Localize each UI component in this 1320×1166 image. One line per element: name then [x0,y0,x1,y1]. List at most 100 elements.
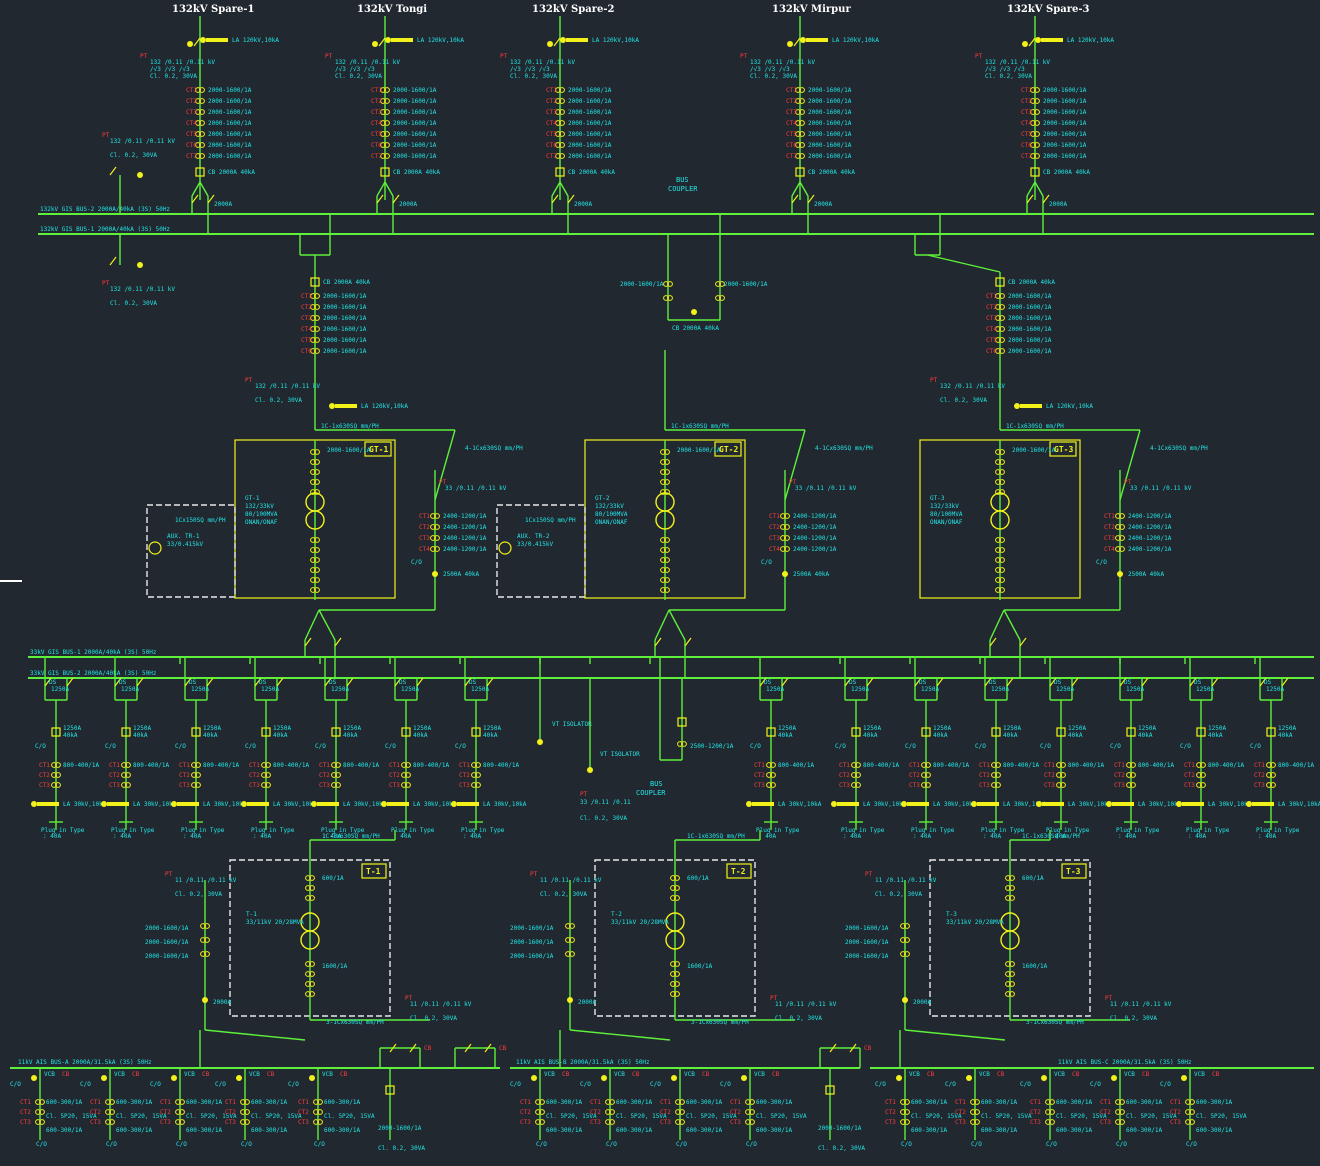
cb-rating: 1250A [1068,725,1086,732]
coupler-cb-icon [691,309,697,315]
gt-spec: 132/33kV [595,503,624,510]
ct-tag: CT2 [225,1109,236,1116]
cbo-label: C/O [676,1141,687,1148]
earth-switch-icon [1111,1075,1117,1081]
margin-marker [0,580,22,582]
ct-tag: CT1 [1021,87,1032,94]
vcb-tag: VCB [754,1071,765,1078]
pt-ratio: 33 /0.11 /0.11 kV [445,485,507,492]
ct-tag: CT3 [389,782,400,789]
ct-rating: 2000-1600/1A [568,120,612,127]
conductor-label: 4-1Cx630SQ mm/PH [815,445,873,452]
arrester-end-icon [1246,801,1252,807]
arrester-end-icon [746,801,752,807]
ct-tag: CT1 [459,762,470,769]
cbo-label: C/O [35,743,46,750]
cbo-label: C/O [975,743,986,750]
ct-tag: CT1 [1170,1099,1181,1106]
earth-switch-icon [1117,571,1123,577]
gt-spec: 80/100MVA [245,511,278,518]
pt-ratio: /√3 /√3 /√3 [985,66,1025,73]
ct-rating: 600-300/1A [686,1127,723,1134]
cb-rating: 1250A [273,725,291,732]
ct-rating: 2000-1600/1A [568,131,612,138]
la-rating: LA 30kV,10kA [1068,801,1112,808]
lightning-arrester-icon [806,38,828,42]
lightning-arrester-icon [1182,802,1204,806]
ct-tag: CT2 [590,1109,601,1116]
lightning-arrester-icon [837,802,859,806]
arrester-end-icon [901,801,907,807]
ct-tag: CT2 [769,524,780,531]
cbo-label: C/O [901,1141,912,1148]
cb-tag: CB [202,1071,210,1078]
ds-rating: 1250A [1126,686,1144,693]
ct-tag: CT1 [371,87,382,94]
ct-rating: 2000-1600/1A [393,131,437,138]
ct-tag: CT3 [1100,1119,1111,1126]
ct-tag: CT3 [301,315,312,322]
cb-rating: 40kA [1138,732,1153,739]
ct-rating: 800-400/1A [1278,762,1315,769]
ct-rating: 2000-1600/1A [568,98,612,105]
vcb-tag: VCB [322,1071,333,1078]
aux-tr-spec: 33/0.415kV [167,541,204,548]
ds-tag: DS [1194,679,1202,686]
ct-rating: 2000-1600/1A [808,98,852,105]
ct-tag: CT6 [546,142,557,149]
ct-tag: CT6 [186,142,197,149]
ct-tag: CT1 [179,762,190,769]
ct-tag: CT1 [1184,762,1195,769]
ct-rating: 2000-1600/1A [1043,131,1087,138]
ct-tag: CT1 [1030,1099,1041,1106]
cbo-label: C/O [1020,1081,1031,1088]
la-rating: LA 30kV,10kA [133,801,177,808]
cb-rating: 40kA [483,732,498,739]
arrester-end-icon [381,801,387,807]
la-rating: LA 30kV,10kA [1208,801,1252,808]
vcb-tag: VCB [184,1071,195,1078]
cb-rating: 40kA [863,732,878,739]
ct-rating: 2400-1200/1A [443,535,487,542]
pt-ratio: 132 /0.11 /0.11 kV [750,59,815,66]
la-rating: LA 30kV,10kA [413,801,457,808]
cbo-label: C/O [761,559,772,566]
ct-rating: 600-300/1A [911,1127,948,1134]
ct-rating: 2000-1600/1A [1043,98,1087,105]
cbo-label: C/O [1160,1081,1171,1088]
cb-rating: 40kA [1003,732,1018,739]
ct-tag: CT5 [186,131,197,138]
ct-tag: CT3 [1021,109,1032,116]
ct-tag: CT3 [39,782,50,789]
ct-tag: CT4 [186,120,197,127]
ct-rating: 2000-1600/1A [808,142,852,149]
arrester-end-icon [1014,403,1020,409]
ct-tag: CT3 [730,1119,741,1126]
cbo-label: C/O [905,743,916,750]
ds-rating: 2000A [814,201,832,208]
ct-rating: 2000-1600/1A [208,131,252,138]
ct-rating: 2000-1600/1A [568,142,612,149]
vcb-tag: VCB [909,1071,920,1078]
pt-class: Cl. 0.2, 30VA [750,73,797,80]
gt-tag: GT-3 [1054,445,1073,454]
ct-tag: CT4 [1104,546,1115,553]
earth-switch-icon [787,41,793,47]
cb-rating: 40kA [933,732,948,739]
earth-switch-icon [202,997,208,1003]
lightning-arrester-icon [752,802,774,806]
arrester-end-icon [31,801,37,807]
ct-rating: 600-300/1A [616,1099,653,1106]
ct-rating: 600-300/1A [251,1127,288,1134]
cb-tag: CB [632,1071,640,1078]
ct-tag: CT4 [419,546,430,553]
la-rating: LA 120kV,10kA [1067,37,1114,44]
aux-tr-name: AUX. TR-1 [167,533,200,540]
cbo-label: C/O [241,1141,252,1148]
ct-tag: CT3 [885,1119,896,1126]
ct-rating: 2400-1200/1A [1128,535,1172,542]
ct-rating: 2000-1600/1A [393,142,437,149]
la-rating: LA 30kV,10kA [203,801,247,808]
ct-tag: CT1 [319,762,330,769]
ds-rating: 2000A [1049,201,1067,208]
